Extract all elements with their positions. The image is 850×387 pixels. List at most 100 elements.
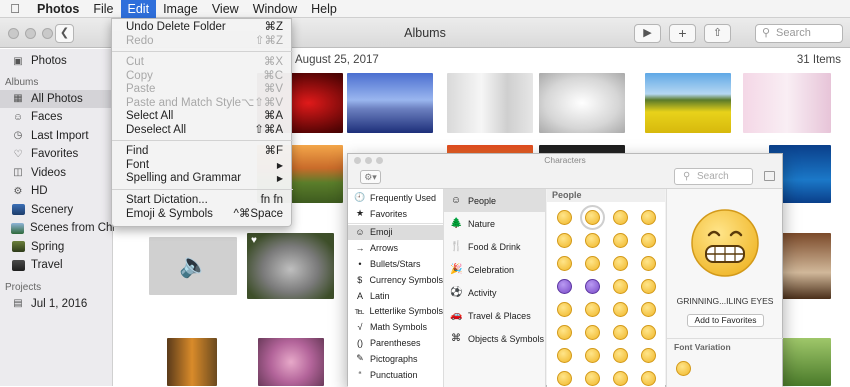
emoji-cell[interactable] xyxy=(585,256,600,271)
sidebar-item-travel[interactable]: Travel xyxy=(0,256,112,275)
emoji-cell[interactable] xyxy=(585,302,600,317)
category-frequently-used[interactable]: 🕘 Frequently Used xyxy=(348,190,443,206)
emoji-cell[interactable] xyxy=(641,233,656,248)
category-emoji[interactable]: ☺ Emoji xyxy=(348,224,443,241)
subcategory-food-drink[interactable]: 🍴 Food & Drink xyxy=(444,235,545,258)
menu-item-start-dictation[interactable]: Start Dictation... fn fn xyxy=(112,194,293,208)
emoji-cell[interactable] xyxy=(557,233,572,248)
category-parentheses[interactable]: () Parentheses xyxy=(348,335,443,351)
minimize-window-button[interactable] xyxy=(365,157,372,164)
menu-item-font[interactable]: Font ▶ xyxy=(112,159,293,173)
emoji-cell[interactable] xyxy=(557,302,572,317)
sidebar-item-scenery[interactable]: Scenery xyxy=(0,201,112,220)
add-to-favorites-button[interactable]: Add to Favorites xyxy=(687,314,764,327)
menu-item-select-all[interactable]: Select All ⌘A xyxy=(112,110,293,124)
sidebar-item-favorites[interactable]: ♡ Favorites xyxy=(0,145,112,164)
emoji-cell[interactable] xyxy=(585,233,600,248)
photo-thumbnail[interactable] xyxy=(258,338,324,386)
menu-view[interactable]: View xyxy=(205,0,246,18)
menu-help[interactable]: Help xyxy=(304,0,344,18)
menu-item-deselect-all[interactable]: Deselect All ⇧⌘A xyxy=(112,124,293,138)
font-variation-emoji[interactable] xyxy=(676,361,691,376)
menu-window[interactable]: Window xyxy=(246,0,304,18)
photo-thumbnail[interactable] xyxy=(167,338,217,386)
subcategory-objects-symbols[interactable]: ⌘ Objects & Symbols xyxy=(444,327,545,350)
menu-item-spelling-grammar[interactable]: Spelling and Grammar ▶ xyxy=(112,172,293,186)
add-button[interactable]: + xyxy=(669,24,696,43)
subcategory-travel-places[interactable]: 🚗 Travel & Places xyxy=(444,304,545,327)
emoji-cell[interactable] xyxy=(613,256,628,271)
slideshow-button[interactable]: ▶ xyxy=(634,24,661,43)
emoji-cell[interactable] xyxy=(585,371,600,386)
characters-search-field[interactable]: ⚲ Search xyxy=(674,168,753,185)
back-button[interactable]: ❮ xyxy=(55,24,74,43)
emoji-cell[interactable] xyxy=(585,279,600,294)
emoji-cell[interactable] xyxy=(557,371,572,386)
close-window-button[interactable] xyxy=(8,28,19,39)
subcategory-activity[interactable]: ⚽ Activity xyxy=(444,281,545,304)
emoji-cell[interactable] xyxy=(557,348,572,363)
menu-app-photos[interactable]: Photos xyxy=(30,0,86,18)
category-latin[interactable]: A Latin xyxy=(348,288,443,304)
sidebar-item-scenes-from-china[interactable]: Scenes from China xyxy=(0,219,128,238)
category-bullets-stars[interactable]: • Bullets/Stars xyxy=(348,256,443,272)
sidebar-item-hd[interactable]: ⚙ HD xyxy=(0,182,112,201)
emoji-cell[interactable] xyxy=(557,325,572,340)
sidebar-item-videos[interactable]: ◫ Videos xyxy=(0,164,112,183)
emoji-cell[interactable] xyxy=(641,279,656,294)
emoji-cell[interactable] xyxy=(613,210,628,225)
emoji-cell[interactable] xyxy=(557,279,572,294)
collapse-view-button[interactable] xyxy=(764,171,775,181)
minimize-window-button[interactable] xyxy=(25,28,36,39)
emoji-cell[interactable] xyxy=(641,325,656,340)
category-pictographs[interactable]: ✎ Pictographs xyxy=(348,351,443,367)
sidebar-item-photos[interactable]: ▣ Photos xyxy=(0,52,112,71)
menu-file[interactable]: File xyxy=(86,0,120,18)
menu-item-undo[interactable]: Undo Delete Folder ⌘Z xyxy=(112,21,293,35)
category-math-symbols[interactable]: √ Math Symbols xyxy=(348,319,443,335)
zoom-window-button[interactable] xyxy=(42,28,53,39)
emoji-cell[interactable] xyxy=(641,256,656,271)
emoji-cell[interactable] xyxy=(613,279,628,294)
category-letterlike-symbols[interactable]: ℡ Letterlike Symbols xyxy=(348,304,443,320)
sidebar-item-faces[interactable]: ☺ Faces xyxy=(0,108,112,127)
photo-thumbnail[interactable] xyxy=(539,73,625,133)
action-menu-button[interactable]: ⚙▾ xyxy=(360,170,381,184)
menu-item-find[interactable]: Find ⌘F xyxy=(112,145,293,159)
emoji-cell[interactable] xyxy=(557,256,572,271)
subcategory-people[interactable]: ☺ People xyxy=(444,189,545,212)
emoji-cell[interactable] xyxy=(613,233,628,248)
emoji-cell[interactable] xyxy=(557,210,572,225)
category-punctuation[interactable]: “ Punctuation xyxy=(348,367,443,383)
emoji-cell[interactable] xyxy=(585,348,600,363)
photo-thumbnail[interactable] xyxy=(782,233,831,299)
category-favorites[interactable]: ★ Favorites xyxy=(348,206,443,222)
photo-thumbnail[interactable] xyxy=(645,73,731,133)
emoji-cell[interactable] xyxy=(641,302,656,317)
category-arrows[interactable]: → Arrows xyxy=(348,240,443,256)
emoji-cell[interactable] xyxy=(613,302,628,317)
share-button[interactable]: ⇧ xyxy=(704,24,731,43)
apple-icon[interactable]:  xyxy=(0,1,30,16)
menu-item-emoji-symbols[interactable]: Emoji & Symbols ^⌘Space xyxy=(112,208,293,222)
photo-thumbnail[interactable] xyxy=(447,73,533,133)
zoom-window-button[interactable] xyxy=(376,157,383,164)
sidebar-item-all-photos[interactable]: ▦ All Photos xyxy=(0,89,112,108)
emoji-cell[interactable] xyxy=(613,371,628,386)
category-currency-symbols[interactable]: $ Currency Symbols xyxy=(348,272,443,288)
sidebar-item-spring[interactable]: Spring xyxy=(0,238,112,257)
photo-thumbnail[interactable] xyxy=(743,73,831,133)
close-window-button[interactable] xyxy=(354,157,361,164)
subcategory-nature[interactable]: 🌲 Nature xyxy=(444,212,545,235)
photo-thumbnail[interactable] xyxy=(347,73,433,133)
sidebar-item-project[interactable]: ▤ Jul 1, 2016 xyxy=(0,295,112,314)
menu-image[interactable]: Image xyxy=(156,0,205,18)
emoji-cell[interactable] xyxy=(580,205,605,230)
emoji-cell[interactable] xyxy=(585,325,600,340)
photo-thumbnail[interactable] xyxy=(782,338,831,386)
photo-thumbnail[interactable]: ♥ xyxy=(247,233,334,299)
emoji-cell[interactable] xyxy=(641,371,656,386)
emoji-cell[interactable] xyxy=(641,348,656,363)
video-thumbnail[interactable]: 🔈 xyxy=(149,237,237,295)
emoji-cell[interactable] xyxy=(613,325,628,340)
